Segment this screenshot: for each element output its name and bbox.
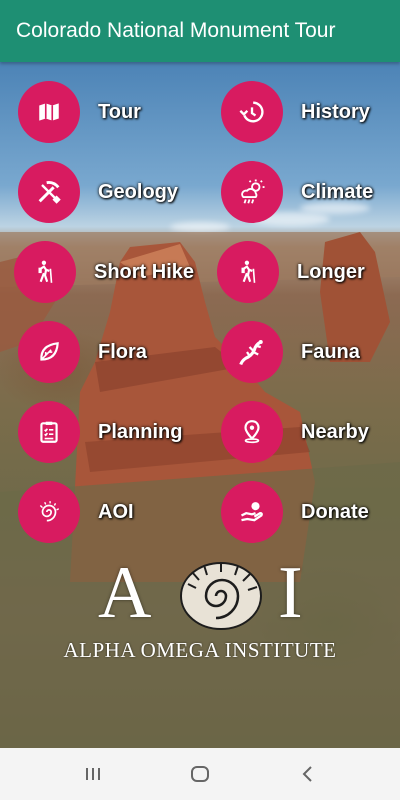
- menu-item-donate[interactable]: Donate: [221, 481, 369, 543]
- recent-apps-icon[interactable]: [73, 754, 113, 794]
- pick-shovel-icon: [18, 161, 80, 223]
- menu-item-tour[interactable]: Tour: [18, 81, 141, 143]
- menu-item-climate[interactable]: Climate: [221, 161, 373, 223]
- menu-item-label: Nearby: [301, 420, 369, 443]
- menu-item-longer[interactable]: Longer: [217, 241, 365, 303]
- app-title: Colorado National Monument Tour: [16, 19, 336, 42]
- clipboard-icon: [18, 401, 80, 463]
- menu-item-flora[interactable]: Flora: [18, 321, 147, 383]
- logo-letter-i: I: [278, 552, 303, 634]
- menu-item-aoi[interactable]: AOI: [18, 481, 134, 543]
- hiker-icon: [217, 241, 279, 303]
- logo-text: ALPHA OMEGA INSTITUTE: [63, 638, 337, 662]
- ammonite-logo-icon: [180, 562, 262, 630]
- lizard-icon: [221, 321, 283, 383]
- menu-item-fauna[interactable]: Fauna: [221, 321, 360, 383]
- menu-item-label: AOI: [98, 500, 134, 523]
- map-icon: [18, 81, 80, 143]
- hiker-icon: [14, 241, 76, 303]
- menu-item-label: Longer: [297, 260, 365, 283]
- menu-item-label: Donate: [301, 500, 369, 523]
- menu-item-label: Planning: [98, 420, 183, 443]
- menu-item-geology[interactable]: Geology: [18, 161, 178, 223]
- logo-letter-a: A: [98, 552, 152, 634]
- weather-icon: [221, 161, 283, 223]
- menu-item-label: Geology: [98, 180, 179, 203]
- menu-item-planning[interactable]: Planning: [18, 401, 182, 463]
- home-icon[interactable]: [180, 754, 220, 794]
- menu-item-label: Tour: [98, 100, 141, 123]
- menu-item-label: History: [301, 100, 370, 123]
- app-screen: Colorado National Monument Tour Tour His…: [0, 0, 400, 800]
- donate-hand-icon: [221, 481, 283, 543]
- leaf-icon: [18, 321, 80, 383]
- menu-item-label: Short Hike: [94, 260, 195, 283]
- history-icon: [221, 81, 283, 143]
- logo-mark: A I: [30, 556, 370, 632]
- menu-item-label: Fauna: [301, 340, 360, 363]
- ammonite-icon: [18, 481, 80, 543]
- aoi-logo: A I ALPHA OMEGA INSTITUTE: [30, 556, 370, 662]
- menu-item-history[interactable]: History: [221, 81, 370, 143]
- menu-item-label: Climate: [301, 180, 374, 203]
- location-pin-icon: [221, 401, 283, 463]
- app-bar: Colorado National Monument Tour: [0, 0, 400, 62]
- system-nav-bar: [0, 748, 400, 800]
- menu-item-short-hike[interactable]: Short Hike: [14, 241, 194, 303]
- menu-item-nearby[interactable]: Nearby: [221, 401, 369, 463]
- back-icon[interactable]: [287, 754, 327, 794]
- menu-item-label: Flora: [98, 340, 147, 363]
